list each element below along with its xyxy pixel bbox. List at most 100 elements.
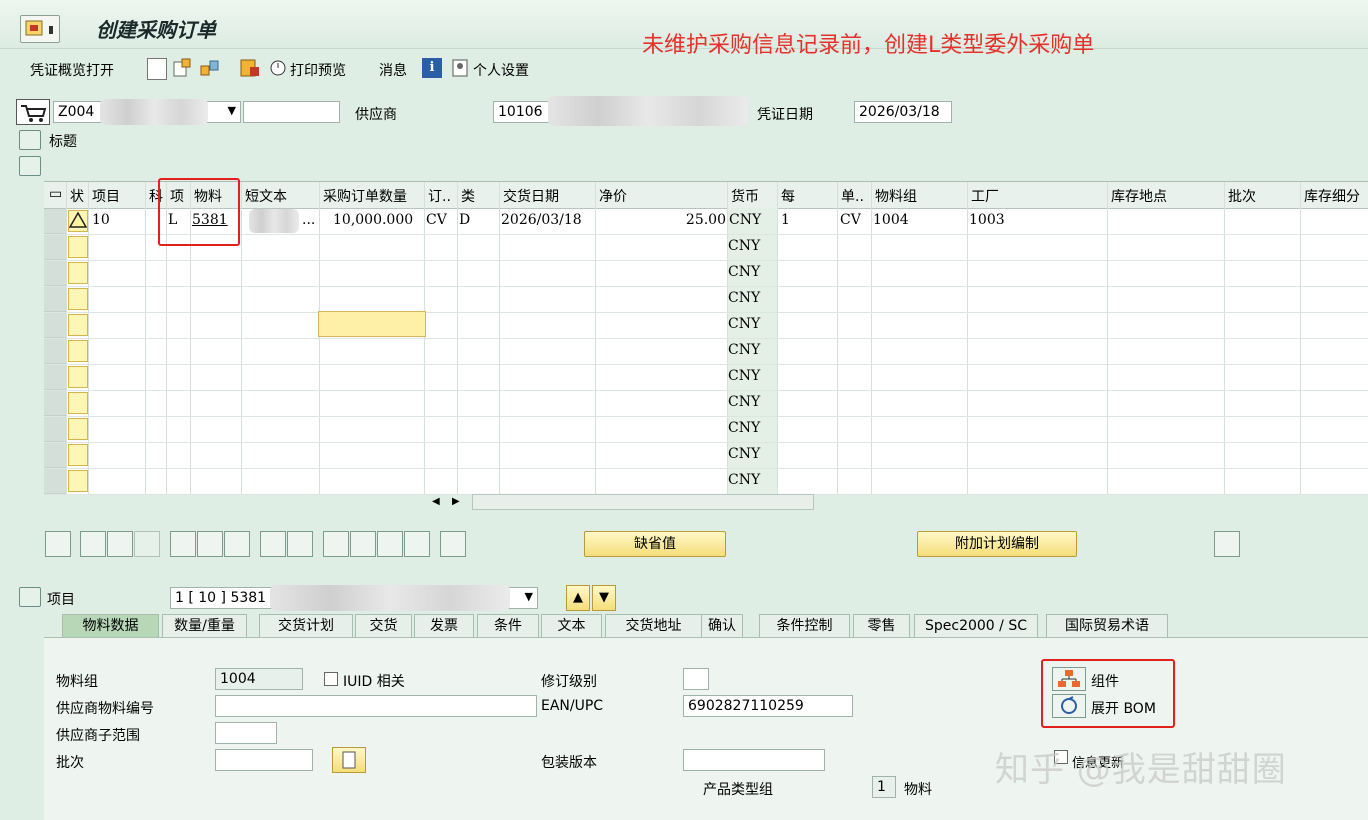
- table-settings-icon[interactable]: ▭: [49, 186, 62, 202]
- column-header-netprice[interactable]: 净价: [599, 186, 627, 206]
- other-document-icon[interactable]: [199, 58, 221, 78]
- scroll-right-icon[interactable]: ▶: [452, 496, 460, 507]
- table-config-icon[interactable]: [287, 531, 313, 557]
- row-selector[interactable]: [44, 391, 66, 416]
- row-status-cell[interactable]: [68, 392, 88, 414]
- delete-icon[interactable]: [170, 531, 196, 557]
- item-cell[interactable]: 10: [92, 212, 110, 228]
- tab-5[interactable]: 条件: [477, 614, 539, 638]
- sort-descending-icon[interactable]: [350, 531, 376, 557]
- row-selector[interactable]: [44, 261, 66, 286]
- expand-items-icon[interactable]: [19, 156, 41, 176]
- row-status-cell[interactable]: [68, 418, 88, 440]
- currency-cell[interactable]: CNY: [728, 446, 760, 462]
- tab-8[interactable]: 确认: [701, 614, 743, 638]
- tab-10[interactable]: 零售: [853, 614, 910, 638]
- warning-icon[interactable]: [68, 210, 88, 230]
- tab-9[interactable]: 条件控制: [759, 614, 850, 638]
- tab-11[interactable]: Spec2000 / SC: [914, 614, 1038, 638]
- tab-6[interactable]: 文本: [541, 614, 602, 638]
- deselect-icon[interactable]: [134, 531, 160, 557]
- next-item-button[interactable]: ▼: [592, 585, 616, 611]
- details-icon[interactable]: [45, 531, 71, 557]
- edit-document-icon[interactable]: [172, 58, 192, 78]
- print-preview-icon[interactable]: [268, 58, 288, 78]
- row-selector[interactable]: [44, 339, 66, 364]
- po-number-input[interactable]: [243, 101, 340, 123]
- tab-4[interactable]: 发票: [414, 614, 474, 638]
- scroll-left-icon[interactable]: ◀: [432, 496, 440, 507]
- column-header-per[interactable]: 每: [781, 186, 795, 206]
- doc-date-input[interactable]: 2026/03/18: [854, 101, 952, 123]
- currency-cell[interactable]: CNY: [728, 290, 760, 306]
- focused-cell[interactable]: [318, 311, 426, 337]
- column-header-stockseg[interactable]: 库存细分: [1304, 186, 1360, 206]
- sort-ascending-icon[interactable]: [323, 531, 349, 557]
- currency-cell[interactable]: CNY: [728, 394, 760, 410]
- row-status-cell[interactable]: [68, 262, 88, 284]
- lock-icon[interactable]: [197, 531, 223, 557]
- row-status-cell[interactable]: [68, 340, 88, 362]
- row-selector[interactable]: [44, 287, 66, 312]
- select-all-icon[interactable]: [80, 531, 106, 557]
- package-version-input[interactable]: [683, 749, 825, 771]
- clipboard-icon[interactable]: [440, 531, 466, 557]
- per-cell[interactable]: 1: [781, 212, 790, 228]
- tab-12[interactable]: 国际贸易术语: [1046, 614, 1168, 638]
- row-status-cell[interactable]: [68, 444, 88, 466]
- personal-settings-icon[interactable]: [451, 58, 471, 78]
- currency-cell[interactable]: CNY: [728, 316, 760, 332]
- copy-icon[interactable]: [260, 531, 286, 557]
- currency-cell[interactable]: CNY: [729, 212, 761, 228]
- new-document-icon[interactable]: [147, 58, 167, 80]
- iuid-checkbox[interactable]: [324, 672, 338, 686]
- quantity-cell[interactable]: 10,000.000: [333, 212, 413, 228]
- row-selector[interactable]: [44, 469, 66, 494]
- refresh-icon[interactable]: [1214, 531, 1240, 557]
- column-header-currency[interactable]: 货币: [731, 186, 759, 206]
- row-status-cell[interactable]: [68, 366, 88, 388]
- row-status-cell[interactable]: [68, 236, 88, 258]
- currency-cell[interactable]: CNY: [728, 368, 760, 384]
- revision-input[interactable]: [683, 668, 709, 690]
- expand-header-icon[interactable]: [19, 130, 41, 150]
- column-header-sloc[interactable]: 库存地点: [1111, 186, 1167, 206]
- column-header-deldate[interactable]: 交货日期: [503, 186, 559, 206]
- unlock-icon[interactable]: [224, 531, 250, 557]
- currency-cell[interactable]: CNY: [728, 264, 760, 280]
- collapse-item-icon[interactable]: [19, 587, 41, 607]
- row-selector[interactable]: [44, 209, 66, 234]
- row-selector[interactable]: [44, 443, 66, 468]
- messages-button[interactable]: 消息: [379, 60, 407, 80]
- column-header-status[interactable]: 状: [70, 186, 84, 206]
- print-preview-button[interactable]: 打印预览: [290, 60, 346, 80]
- net-price-cell[interactable]: 25.00: [686, 212, 726, 228]
- vendor-material-input[interactable]: [215, 695, 537, 717]
- row-selector[interactable]: [44, 365, 66, 390]
- row-selector[interactable]: [44, 235, 66, 260]
- column-header-plant[interactable]: 工厂: [971, 186, 999, 206]
- column-header-batch[interactable]: 批次: [1228, 186, 1256, 206]
- filter-off-icon[interactable]: [404, 531, 430, 557]
- row-status-cell[interactable]: [68, 470, 88, 492]
- horizontal-scrollbar[interactable]: [472, 494, 814, 510]
- row-status-cell[interactable]: [68, 288, 88, 310]
- tab-3[interactable]: 交货: [355, 614, 412, 638]
- chevron-down-icon[interactable]: ▼: [525, 590, 533, 603]
- hold-icon[interactable]: [239, 58, 261, 78]
- shopping-cart-icon[interactable]: [16, 99, 50, 125]
- short-text-cell[interactable]: ...: [302, 212, 315, 228]
- batch-document-button[interactable]: [332, 747, 366, 773]
- vendor-subrange-input[interactable]: [215, 722, 277, 744]
- unit-cell[interactable]: CV: [840, 212, 861, 228]
- currency-cell[interactable]: CNY: [728, 472, 760, 488]
- default-values-button[interactable]: 缺省值: [584, 531, 726, 557]
- info-icon[interactable]: i: [422, 58, 442, 78]
- column-header-ordunit[interactable]: 订..: [428, 186, 451, 206]
- doc-overview-button[interactable]: 凭证概览打开: [30, 60, 114, 80]
- account-type-cell[interactable]: D: [459, 212, 470, 228]
- tab-1[interactable]: 数量/重量: [162, 614, 247, 638]
- column-header-item[interactable]: 项目: [92, 186, 120, 206]
- ean-input[interactable]: 6902827110259: [683, 695, 853, 717]
- select-block-icon[interactable]: [107, 531, 133, 557]
